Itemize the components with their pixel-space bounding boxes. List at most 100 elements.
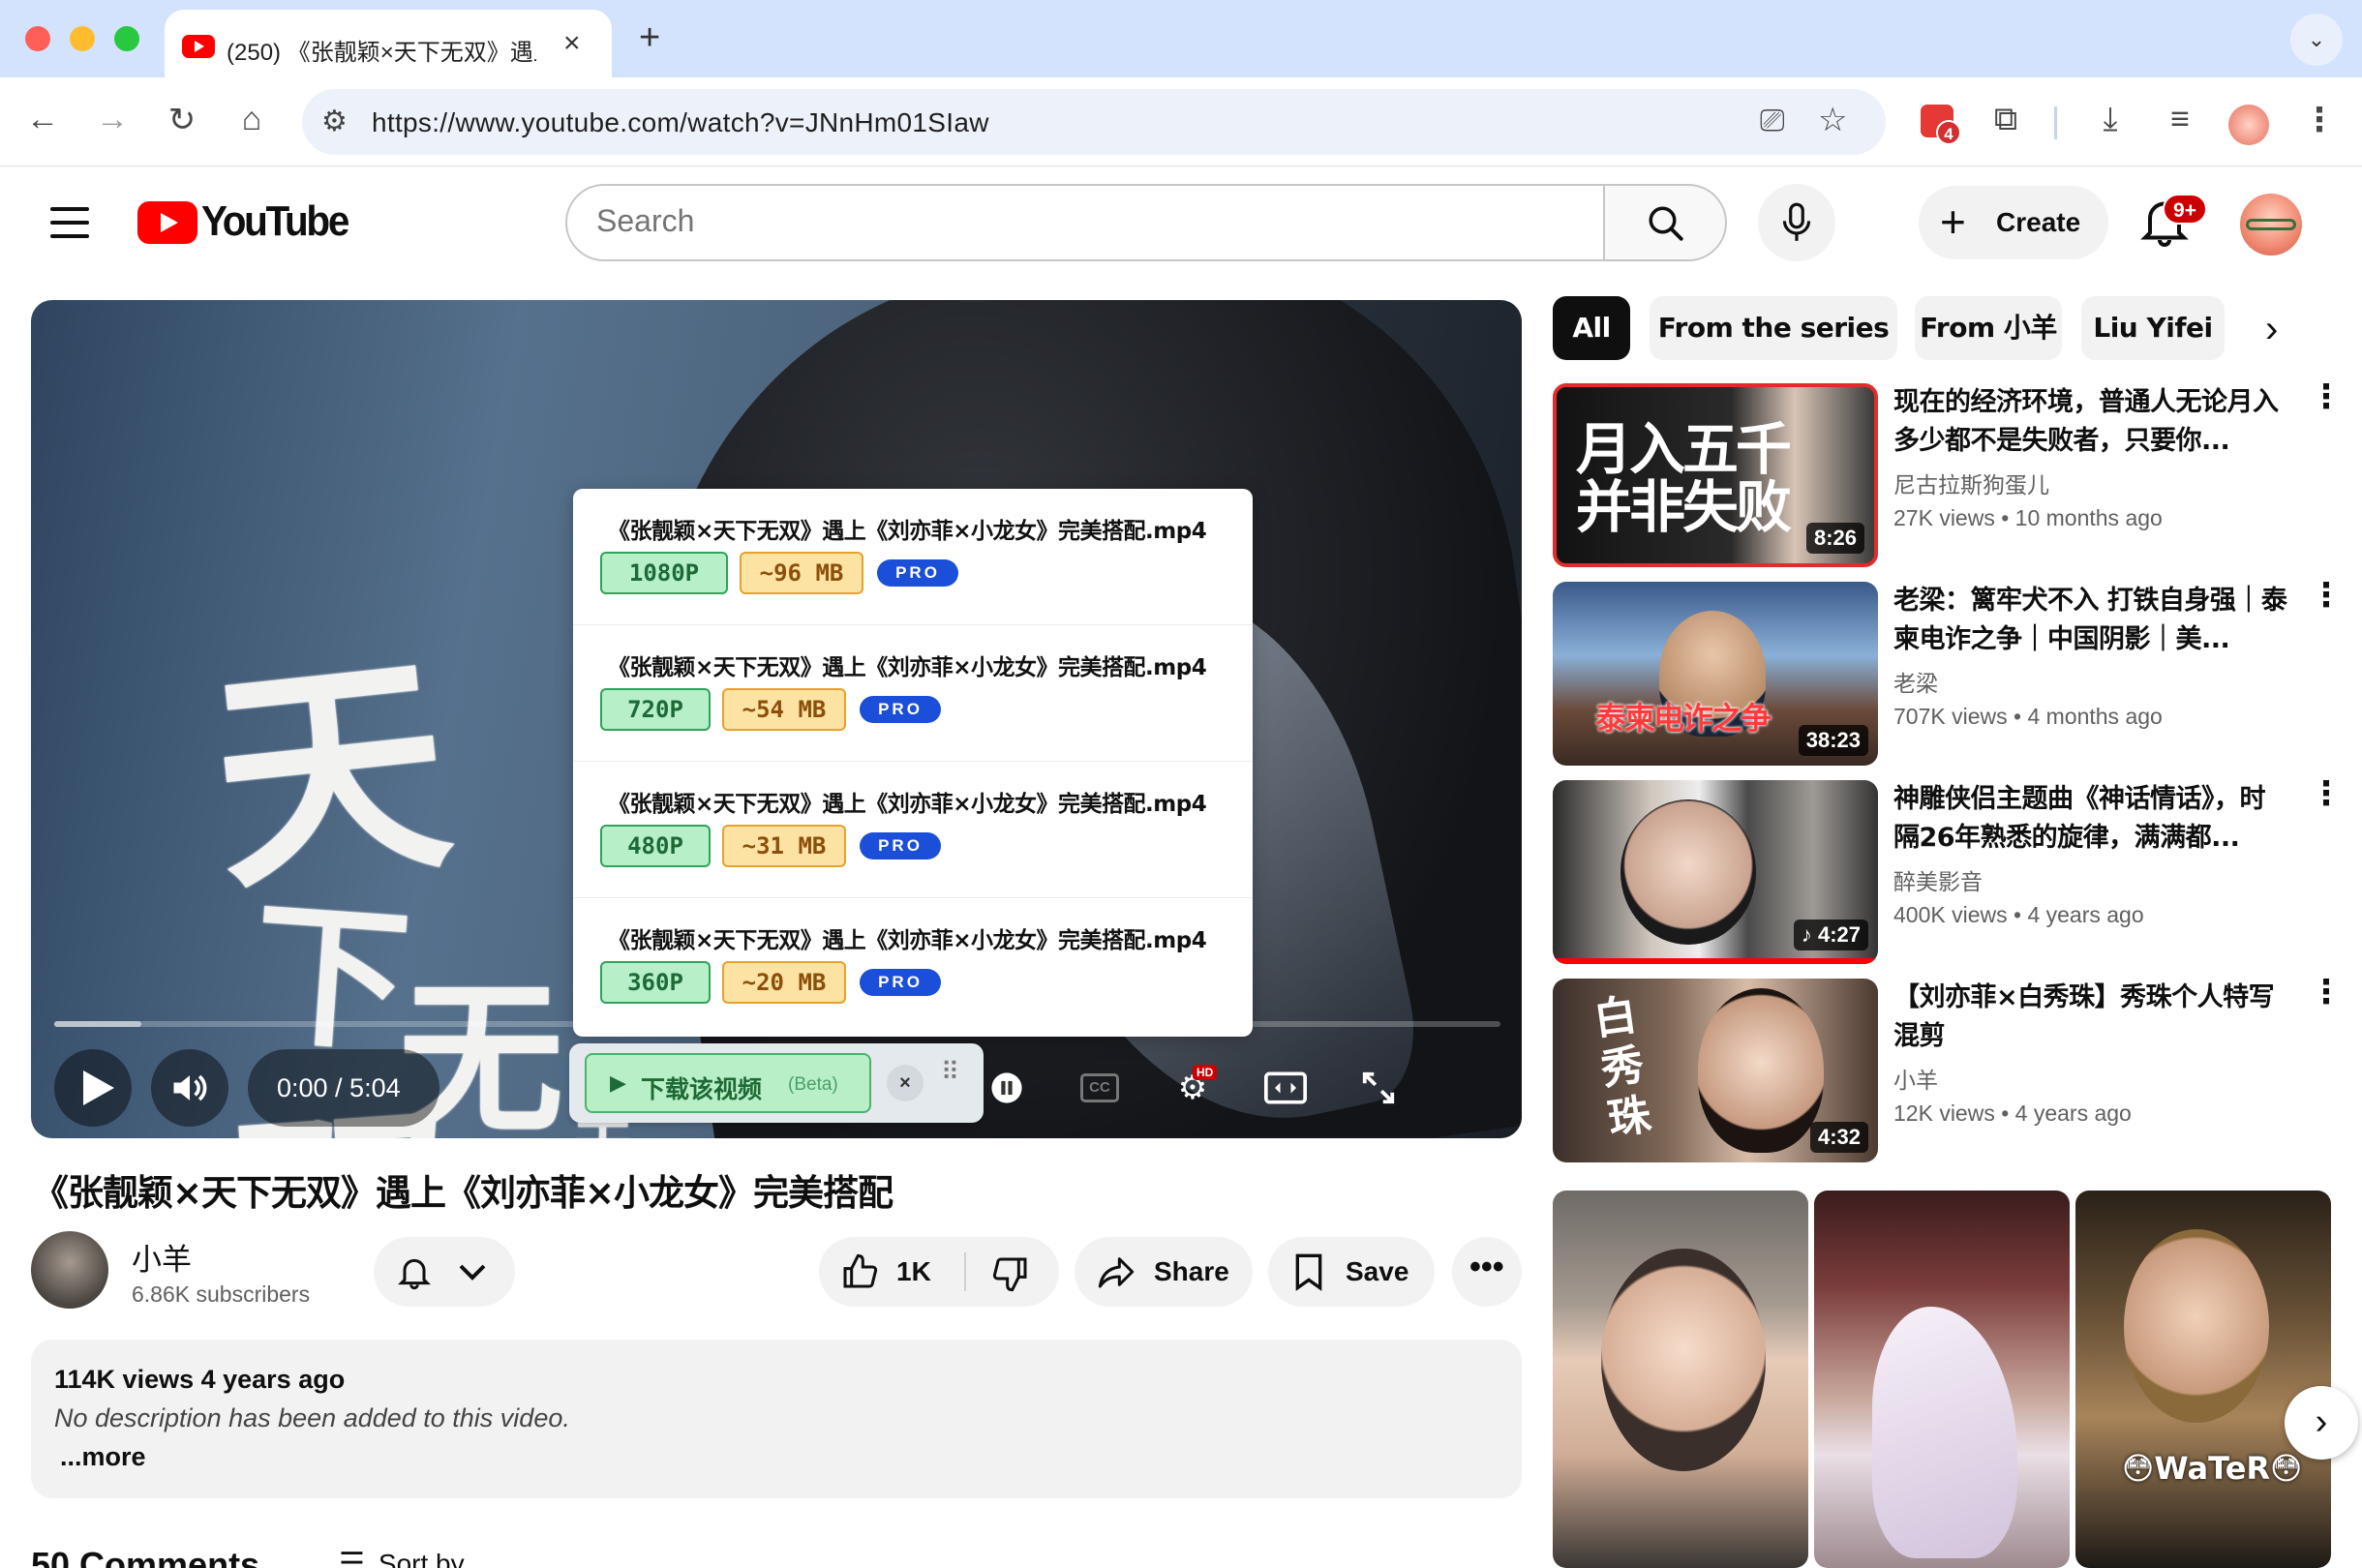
download-option-row[interactable]: 《张靓颖×天下无双》遇上《刘亦菲×小龙女》完美搭配.mp4 360P ~20 M…: [573, 898, 1253, 1035]
channel-avatar[interactable]: [31, 1231, 108, 1309]
video-title[interactable]: 【刘亦菲×白秀珠】秀珠个人特写混剪: [1893, 979, 2290, 1056]
recommended-video[interactable]: 月入五千 并非失败 8:26 现在的经济环境，普通人无论月入多少都不是失败者，只…: [1553, 380, 2362, 567]
video-thumbnail[interactable]: ♪ 4:27: [1553, 780, 1878, 964]
reload-icon[interactable]: ↻: [161, 101, 203, 139]
captions-icon[interactable]: CC: [1075, 1063, 1125, 1113]
channel-name[interactable]: 小羊: [132, 1235, 192, 1279]
back-icon[interactable]: ←: [21, 101, 64, 138]
tab-search-button[interactable]: ⌄: [2290, 14, 2343, 66]
more-vertical-icon[interactable]: ⋮: [2310, 380, 2343, 413]
youtube-logo-icon[interactable]: [137, 201, 197, 244]
channel-name[interactable]: 醉美影音: [1893, 863, 1983, 896]
video-title[interactable]: 现在的经济环境，普通人无论月入多少都不是失败者，只要你...: [1893, 383, 2290, 461]
download-filename: 《张靓颖×天下无双》遇上《刘亦菲×小龙女》完美搭配.mp4: [608, 928, 1207, 953]
chip-from-channel[interactable]: From 小羊: [1915, 296, 2062, 360]
voice-search-button[interactable]: [1758, 184, 1835, 261]
more-actions-button[interactable]: •••: [1452, 1237, 1522, 1307]
short-thumbnail[interactable]: 😳WaTeR😳: [2075, 1191, 2331, 1568]
download-option-row[interactable]: 《张靓颖×天下无双》遇上《刘亦菲×小龙女》完美搭配.mp4 720P ~54 M…: [573, 625, 1253, 762]
show-more-link[interactable]: ...more: [60, 1442, 146, 1472]
more-vertical-icon[interactable]: ⋮: [2310, 777, 2343, 810]
chip-all[interactable]: All: [1553, 296, 1630, 360]
address-bar[interactable]: ⚙ https://www.youtube.com/watch?v=JNnHm0…: [302, 89, 1886, 155]
theater-mode-icon[interactable]: [1260, 1063, 1311, 1113]
chip-liu-yifei[interactable]: Liu Yifei: [2081, 296, 2225, 360]
like-button[interactable]: 1K: [819, 1237, 964, 1307]
install-app-icon[interactable]: ⎚: [1760, 103, 1785, 139]
download-video-button[interactable]: ▶ 下载该视频 (Beta): [585, 1053, 871, 1113]
dislike-button[interactable]: [966, 1237, 1059, 1307]
create-button[interactable]: + Create: [1919, 186, 2108, 259]
sort-comments-button[interactable]: ☰ Sort by: [339, 1547, 465, 1568]
more-vertical-icon[interactable]: ⋮: [2310, 976, 2343, 1009]
channel-name[interactable]: 小羊: [1893, 1062, 1938, 1095]
video-thumbnail[interactable]: 白秀珠 4:32: [1553, 979, 1878, 1162]
share-label: Share: [1154, 1256, 1229, 1286]
autoplay-pause-icon[interactable]: [982, 1063, 1032, 1113]
video-title[interactable]: 老梁：篱牢犬不入 打铁自身强｜泰柬电诈之争｜中国阴影｜美...: [1893, 582, 2290, 659]
volume-icon: [173, 1074, 207, 1101]
overlay-char: 下: [247, 881, 415, 1074]
video-title: 《张靓颖×天下无双》遇上《刘亦菲×小龙女》完美搭配: [33, 1172, 893, 1214]
volume-button[interactable]: [151, 1049, 228, 1127]
download-video-label: 下载该视频: [641, 1075, 763, 1103]
browser-tab-active[interactable]: (250) 《张靓颖×天下无双》遇上《刘亦菲×小龙女》完美搭配 ×: [165, 10, 612, 77]
browser-menu-icon[interactable]: ⋮: [2298, 101, 2341, 139]
short-thumbnail[interactable]: [1814, 1191, 2070, 1568]
chip-from-series[interactable]: From the series: [1650, 296, 1897, 360]
recommended-video[interactable]: 白秀珠 4:32 【刘亦菲×白秀珠】秀珠个人特写混剪 小羊 12K views …: [1553, 976, 2362, 1162]
fullscreen-icon[interactable]: [1353, 1063, 1404, 1113]
tab-close-icon[interactable]: ×: [563, 27, 581, 60]
recommended-video[interactable]: 泰柬电诈之争 38:23 老梁：篱牢犬不入 打铁自身强｜泰柬电诈之争｜中国阴影｜…: [1553, 579, 2362, 766]
new-tab-button[interactable]: +: [639, 17, 660, 59]
vip-extension-icon[interactable]: 4: [1921, 105, 1961, 145]
search-button[interactable]: [1603, 184, 1727, 261]
more-vertical-icon[interactable]: ⋮: [2310, 579, 2343, 612]
close-window-button[interactable]: [25, 26, 50, 51]
home-icon[interactable]: ⌂: [230, 101, 273, 138]
recommended-video[interactable]: ♪ 4:27 神雕侠侣主题曲《神话情话》，时隔26年熟悉的旋律，满满都... 醉…: [1553, 777, 2362, 964]
chevron-right-icon[interactable]: ›: [2265, 308, 2278, 351]
search-input[interactable]: [596, 203, 1564, 239]
youtube-favicon-icon: [182, 35, 215, 58]
play-button[interactable]: [54, 1049, 132, 1127]
search-icon: [1649, 206, 1683, 241]
search-box[interactable]: [565, 184, 1605, 261]
resolution-tag[interactable]: 480P: [600, 825, 711, 867]
channel-name[interactable]: 老梁: [1893, 665, 1938, 698]
download-option-row[interactable]: 《张靓颖×天下无双》遇上《刘亦菲×小龙女》完美搭配.mp4 1080P ~96 …: [573, 489, 1253, 625]
chevron-right-icon[interactable]: ›: [2285, 1386, 2358, 1460]
browser-profile-avatar[interactable]: [2228, 105, 2269, 145]
extensions-puzzle-icon[interactable]: ⧉: [1984, 101, 2027, 138]
youtube-wordmark[interactable]: YouTube: [201, 197, 349, 246]
save-button[interactable]: Save: [1268, 1237, 1435, 1307]
video-title[interactable]: 神雕侠侣主题曲《神话情话》，时隔26年熟悉的旋律，满满都...: [1893, 780, 2290, 858]
minimize-window-button[interactable]: [70, 26, 95, 51]
download-option-row[interactable]: 《张靓颖×天下无双》遇上《刘亦菲×小龙女》完美搭配.mp4 480P ~31 M…: [573, 762, 1253, 898]
share-button[interactable]: Share: [1075, 1237, 1253, 1307]
resolution-tag[interactable]: 360P: [600, 961, 711, 1004]
account-avatar[interactable]: [2240, 194, 2302, 256]
video-meta: 12K views • 4 years ago: [1893, 1101, 2132, 1126]
forward-icon[interactable]: →: [91, 101, 134, 138]
resolution-tag[interactable]: 1080P: [600, 552, 728, 594]
bookmark-star-icon[interactable]: ☆: [1818, 101, 1847, 139]
size-tag: ~31 MB: [722, 825, 846, 867]
downloads-icon[interactable]: ⤓: [2089, 101, 2132, 138]
media-controls-icon[interactable]: ≡: [2159, 101, 2201, 138]
description-box[interactable]: 114K views 4 years ago No description ha…: [31, 1340, 1522, 1498]
channel-name[interactable]: 尼古拉斯狗蛋儿: [1893, 467, 2049, 499]
drag-handle-icon[interactable]: ⠿: [941, 1059, 960, 1084]
url-text[interactable]: https://www.youtube.com/watch?v=JNnHm01S…: [372, 107, 989, 138]
resolution-tag[interactable]: 720P: [600, 688, 711, 731]
site-settings-icon[interactable]: ⚙: [321, 105, 348, 138]
download-filename: 《张靓颖×天下无双》遇上《刘亦菲×小龙女》完美搭配.mp4: [608, 792, 1207, 817]
video-thumbnail[interactable]: 泰柬电诈之争 38:23: [1553, 582, 1878, 766]
short-thumbnail[interactable]: [1553, 1191, 1808, 1568]
hd-badge: HD: [1193, 1065, 1218, 1080]
maximize-window-button[interactable]: [114, 26, 139, 51]
guide-menu-icon[interactable]: [50, 207, 89, 238]
subscription-bell-button[interactable]: [374, 1237, 515, 1307]
close-icon[interactable]: ×: [887, 1065, 924, 1101]
video-thumbnail[interactable]: 月入五千 并非失败 8:26: [1553, 383, 1878, 567]
